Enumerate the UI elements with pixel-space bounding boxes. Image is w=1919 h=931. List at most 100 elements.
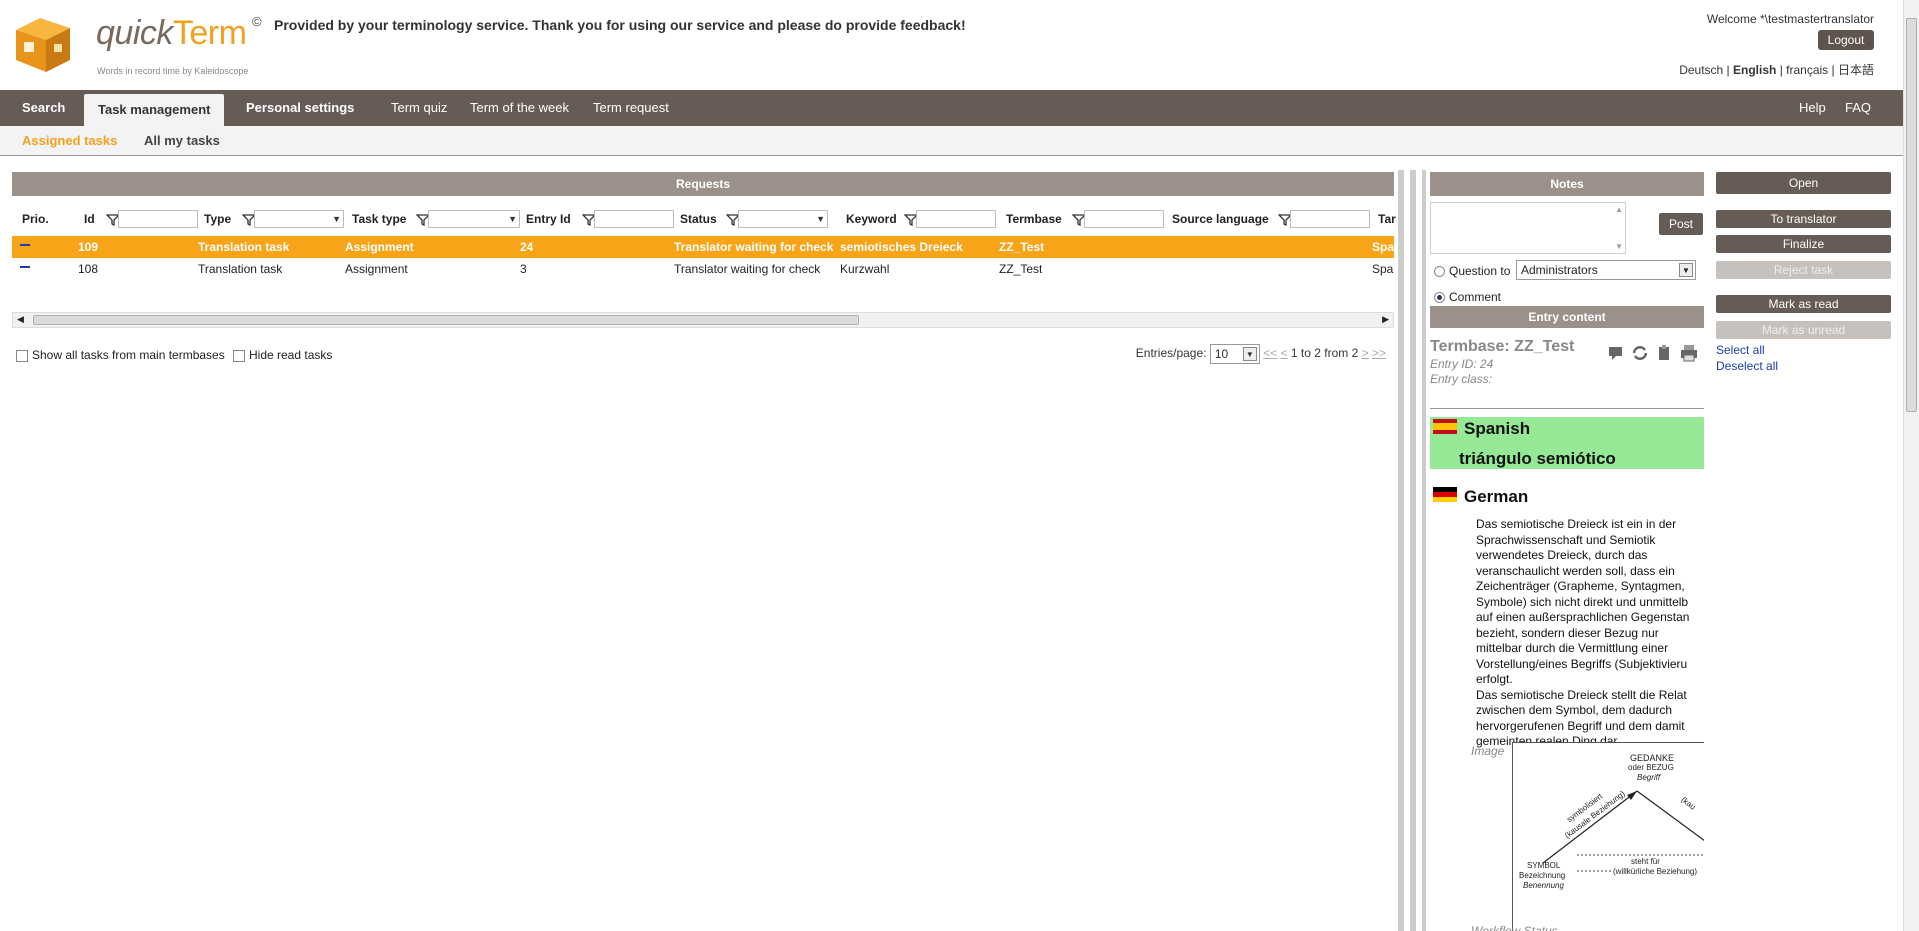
page-scrollbar[interactable]	[1903, 0, 1919, 931]
table-row[interactable]: 109 Translation task Assignment 24 Trans…	[12, 236, 1394, 258]
cell-target-language: Span	[1372, 262, 1394, 276]
nav-task-management[interactable]: Task management	[84, 94, 225, 126]
comment-option[interactable]: Comment	[1434, 290, 1501, 304]
entries-per-page-select[interactable]: 10 ▼	[1209, 344, 1260, 364]
comment-radio[interactable]	[1434, 292, 1445, 304]
col-source-language[interactable]: Source language	[1172, 212, 1269, 226]
cell-keyword: Kurzwahl	[840, 262, 890, 276]
horizontal-scrollbar[interactable]: ◀ ▶	[12, 312, 1394, 328]
cell-task-type: Assignment	[345, 262, 408, 276]
filter-status-select[interactable]: ▼	[738, 210, 828, 228]
chevron-down-icon: ▼	[816, 214, 825, 224]
question-to-radio[interactable]	[1434, 266, 1445, 278]
pager-first[interactable]: <<	[1263, 346, 1277, 360]
post-button[interactable]: Post	[1659, 213, 1703, 235]
scroll-up-icon[interactable]: ▲	[1615, 205, 1623, 214]
pager-last[interactable]: >>	[1372, 346, 1386, 360]
filter-termbase-input[interactable]	[1084, 210, 1164, 228]
chevron-down-icon: ▼	[332, 214, 341, 224]
panel-divider[interactable]	[1410, 170, 1416, 931]
col-keyword[interactable]: Keyword	[846, 212, 897, 226]
notes-textarea[interactable]: ▲ ▼	[1430, 202, 1626, 254]
lang-english[interactable]: English	[1733, 63, 1776, 77]
question-to-option[interactable]: Question to	[1434, 264, 1510, 278]
pager-next[interactable]: >	[1362, 346, 1369, 360]
recipient-select[interactable]: Administrators ▼	[1516, 260, 1696, 280]
clipboard-icon[interactable]	[1655, 344, 1673, 362]
mark-as-unread-button[interactable]: Mark as unread	[1716, 321, 1891, 339]
select-all-link[interactable]: Select all	[1716, 343, 1765, 357]
hide-read-option[interactable]: Hide read tasks	[233, 348, 332, 362]
german-label: German	[1464, 487, 1529, 506]
filter-entry-id-input[interactable]	[594, 210, 674, 228]
subnav-assigned-tasks[interactable]: Assigned tasks	[22, 133, 117, 148]
comment-icon[interactable]	[1607, 344, 1625, 362]
scroll-down-icon[interactable]: ▼	[1615, 242, 1623, 251]
cell-entry-id: 24	[520, 240, 534, 254]
prio-link[interactable]	[20, 266, 30, 268]
nav-term-request[interactable]: Term request	[593, 90, 669, 126]
diagram-steht-fuer: steht für	[1631, 857, 1660, 866]
col-termbase[interactable]: Termbase	[1006, 212, 1062, 226]
table-row[interactable]: 108 Translation task Assignment 3 Transl…	[12, 258, 1394, 280]
cell-status: Translator waiting for check	[674, 240, 834, 254]
comment-label: Comment	[1449, 290, 1502, 304]
finalize-button[interactable]: Finalize	[1716, 235, 1891, 253]
lang-japanese[interactable]: 日本語	[1838, 63, 1874, 77]
filter-id-input[interactable]	[118, 210, 198, 228]
filter-type-select[interactable]: ▼	[254, 210, 344, 228]
logout-button[interactable]: Logout	[1818, 30, 1874, 50]
page-scrollbar-thumb[interactable]	[1906, 18, 1917, 412]
col-entry-id[interactable]: Entry Id	[526, 212, 571, 226]
main-nav: Search Task management Personal settings…	[0, 90, 1903, 126]
col-type[interactable]: Type	[204, 212, 231, 226]
filter-task-type-select[interactable]: ▼	[428, 210, 520, 228]
refresh-icon[interactable]	[1631, 344, 1649, 362]
mark-as-read-button[interactable]: Mark as read	[1716, 295, 1891, 313]
nav-faq[interactable]: FAQ	[1845, 90, 1871, 126]
filter-keyword-input[interactable]	[916, 210, 996, 228]
nav-term-quiz[interactable]: Term quiz	[391, 90, 447, 126]
logo-tagline: Words in record time by Kaleidoscope	[97, 66, 249, 76]
welcome-text: Welcome *\testmastertranslator	[1706, 12, 1874, 26]
scroll-left-icon[interactable]: ◀	[17, 314, 24, 325]
reject-task-button[interactable]: Reject task	[1716, 261, 1891, 279]
entry-class: Entry class:	[1430, 372, 1493, 386]
entry-id: Entry ID: 24	[1430, 357, 1494, 371]
prio-link[interactable]	[20, 244, 30, 246]
subnav-all-my-tasks[interactable]: All my tasks	[144, 133, 220, 148]
germany-flag-icon	[1433, 487, 1457, 502]
nav-personal-settings[interactable]: Personal settings	[246, 90, 354, 126]
pager-prev[interactable]: <	[1281, 346, 1288, 360]
hide-read-label: Hide read tasks	[249, 348, 333, 362]
scrollbar-thumb[interactable]	[33, 315, 859, 325]
to-translator-button[interactable]: To translator	[1716, 210, 1891, 228]
col-prio[interactable]: Prio.	[22, 212, 49, 226]
col-task-type[interactable]: Task type	[352, 212, 406, 226]
nav-term-of-week[interactable]: Term of the week	[470, 90, 569, 126]
scroll-right-icon[interactable]: ▶	[1382, 314, 1389, 325]
col-target-language[interactable]: Tar	[1378, 212, 1396, 226]
lang-francais[interactable]: français	[1786, 63, 1828, 77]
col-id[interactable]: Id	[84, 212, 95, 226]
show-all-option[interactable]: Show all tasks from main termbases	[16, 348, 225, 362]
entry-content-header: Entry content	[1430, 306, 1704, 328]
chevron-down-icon: ▼	[1679, 263, 1693, 277]
print-icon[interactable]	[1679, 344, 1699, 362]
quickterm-logo-icon[interactable]	[12, 12, 74, 74]
semiotic-triangle-image[interactable]: GEDANKE oder BEZUG Begriff symbolisiert …	[1512, 742, 1704, 931]
panel-divider[interactable]	[1398, 170, 1404, 931]
diagram-symbol: SYMBOL	[1527, 861, 1561, 870]
hide-read-checkbox[interactable]	[233, 349, 245, 362]
open-button[interactable]: Open	[1716, 172, 1891, 194]
filter-source-language-input[interactable]	[1290, 210, 1370, 228]
nav-search[interactable]: Search	[22, 90, 65, 126]
lang-deutsch[interactable]: Deutsch	[1679, 63, 1723, 77]
copyright-mark: ©	[252, 14, 262, 29]
deselect-all-link[interactable]: Deselect all	[1716, 359, 1778, 373]
requests-header: Requests	[12, 172, 1394, 196]
col-status[interactable]: Status	[680, 212, 717, 226]
panel-divider[interactable]	[1422, 170, 1426, 931]
nav-help[interactable]: Help	[1799, 90, 1826, 126]
show-all-checkbox[interactable]	[16, 349, 28, 362]
